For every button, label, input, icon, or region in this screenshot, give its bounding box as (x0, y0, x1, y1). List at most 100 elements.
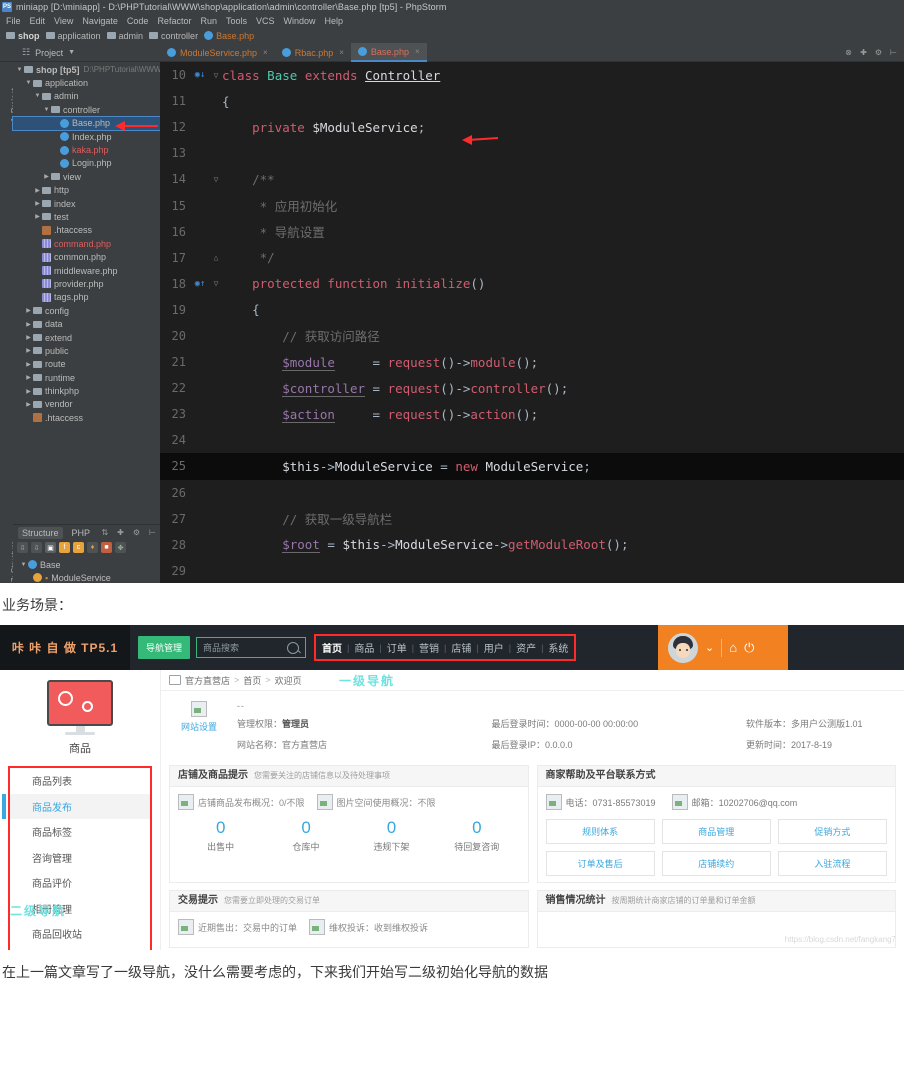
code-line-13[interactable]: 13 (160, 140, 904, 166)
menu-window[interactable]: Window (284, 16, 316, 26)
code-line-12[interactable]: 12 private $ModuleService; (160, 114, 904, 140)
show-private-icon[interactable]: ■ (101, 542, 112, 553)
project-tool-window-header[interactable]: ☷ Project ▼ (0, 47, 160, 58)
chevron-right-icon[interactable]: ▶ (33, 200, 42, 207)
search-box[interactable]: 商品搜索 (196, 637, 307, 658)
chevron-down-icon[interactable]: ▼ (68, 49, 75, 56)
site-settings-link[interactable]: 网站设置 (169, 720, 229, 733)
expand-icon[interactable]: ⇅ (101, 528, 108, 537)
fold-icon[interactable]: ▽ (210, 279, 222, 288)
stat-2[interactable]: 0 违规下架 (349, 819, 434, 853)
close-icon[interactable]: × (263, 48, 268, 57)
menu-run[interactable]: Run (200, 16, 217, 26)
code-line-10[interactable]: 10 ◉↓ ▽ class Base extends Controller (160, 62, 904, 88)
tree-item-commandphp[interactable]: command.php (13, 237, 160, 250)
code-line-28[interactable]: 28 $root = $this->ModuleService->getModu… (160, 532, 904, 558)
sidebar-item-1[interactable]: 商品发布 (2, 793, 150, 819)
structure-tabs[interactable]: Structure PHP ⇅ ✚ ⚙ ⊢ (13, 525, 160, 540)
code-line-20[interactable]: 20 // 获取访问路径 (160, 323, 904, 349)
hide-panel-icon[interactable]: ⊢ (889, 48, 898, 57)
breadcrumb-item-controller[interactable]: controller (149, 31, 198, 41)
tree-item-extend[interactable]: ▶ extend (13, 331, 160, 344)
breadcrumb-item-application[interactable]: application (45, 31, 101, 41)
home-icon[interactable]: ⌂ (729, 640, 737, 655)
help-button-5[interactable]: 入驻流程 (777, 851, 887, 876)
menu-navigate[interactable]: Navigate (82, 16, 118, 26)
tree-item-basephp[interactable]: Base.php (12, 115, 161, 131)
menu-help[interactable]: Help (325, 16, 344, 26)
nav-item-7[interactable]: 系统 (548, 640, 568, 655)
tree-item-indexphp[interactable]: Index.php (13, 130, 160, 143)
code-line-17[interactable]: 17 △ */ (160, 245, 904, 271)
tree-item-tagsphp[interactable]: tags.php (13, 291, 160, 304)
chevron-right-icon[interactable]: ▶ (33, 187, 42, 194)
tree-item-shoptp5[interactable]: ▼ shop [tp5] D:\PHPTutorial\WWW\ (13, 63, 164, 76)
help-button-3[interactable]: 订单及售后 (545, 851, 655, 876)
code-line-22[interactable]: 22 $controller = request()->controller()… (160, 375, 904, 401)
editor-tab-moduleservicephp[interactable]: ModuleService.php × (160, 44, 275, 61)
breadcrumb[interactable]: shop application admin controller Base.php (0, 27, 904, 44)
tree-item-public[interactable]: ▶ public (13, 344, 160, 357)
tree-item-controller[interactable]: ▼ controller (13, 103, 160, 116)
menu-tools[interactable]: Tools (226, 16, 247, 26)
tree-item-vendor[interactable]: ▶ vendor (13, 398, 160, 411)
target-icon[interactable]: ✚ (859, 48, 868, 57)
breadcrumb-item-basephp[interactable]: Base.php (204, 31, 254, 41)
menu-edit[interactable]: Edit (30, 16, 46, 26)
menu-vcs[interactable]: VCS (256, 16, 275, 26)
gear-icon[interactable]: ⚙ (874, 48, 883, 57)
tree-item-config[interactable]: ▶ config (13, 304, 160, 317)
search-input[interactable]: 商品搜索 (203, 641, 287, 654)
expand-all-icon[interactable]: ✥ (115, 542, 126, 553)
tree-item-test[interactable]: ▶ test (13, 210, 160, 223)
help-button-1[interactable]: 商品管理 (661, 819, 771, 844)
search-icon[interactable] (287, 641, 300, 654)
tree-item-kakaphp[interactable]: kaka.php (13, 143, 160, 156)
tree-item-htaccess[interactable]: .htaccess (13, 224, 160, 237)
tree-item-application[interactable]: ▼ application (13, 76, 160, 89)
tree-item-route[interactable]: ▶ route (13, 358, 160, 371)
stat-1[interactable]: 0 仓库中 (263, 819, 348, 853)
show-inherited-icon[interactable]: ▣ (45, 542, 56, 553)
chevron-right-icon[interactable]: ▶ (24, 347, 33, 354)
structure-row-class[interactable]: ▼ Base (13, 558, 160, 571)
avatar[interactable] (668, 632, 698, 663)
help-button-2[interactable]: 促销方式 (777, 819, 887, 844)
chevron-right-icon[interactable]: ▶ (24, 374, 33, 381)
code-line-15[interactable]: 15 * 应用初始化 (160, 192, 904, 218)
code-line-21[interactable]: 21 $module = request()->module(); (160, 349, 904, 375)
tab-structure[interactable]: Structure (18, 526, 63, 539)
tree-item-runtime[interactable]: ▶ runtime (13, 371, 160, 384)
gutter-marker-icon[interactable]: ◉↓ (190, 70, 210, 80)
editor-tab-rbacphp[interactable]: Rbac.php × (275, 44, 351, 61)
stat-3[interactable]: 0 待回复咨询 (434, 819, 519, 853)
code-line-27[interactable]: 27 // 获取一级导航栏 (160, 506, 904, 532)
nav-item-2[interactable]: 订单 (387, 640, 407, 655)
app-breadcrumb-item-0[interactable]: 官方直营店 (185, 674, 230, 687)
help-button-0[interactable]: 规则体系 (545, 819, 655, 844)
tree-item-data[interactable]: ▶ data (13, 317, 160, 330)
close-icon[interactable]: × (415, 47, 420, 56)
app-breadcrumb-item-1[interactable]: 首页 (243, 674, 261, 687)
chevron-down-icon[interactable]: ▼ (19, 562, 28, 568)
show-properties-icon[interactable]: ♦ (87, 542, 98, 553)
project-tree[interactable]: ▼ shop [tp5] D:\PHPTutorial\WWW\ ▼ applicati… (12, 62, 164, 583)
code-line-29[interactable]: 29 (160, 558, 904, 583)
tree-item-htaccess[interactable]: .htaccess (13, 411, 160, 424)
collapse-icon[interactable]: ⊗ (844, 48, 853, 57)
nav-item-1[interactable]: 商品 (354, 640, 374, 655)
fold-icon[interactable]: ▽ (210, 175, 222, 184)
chevron-right-icon[interactable]: ▶ (24, 401, 33, 408)
app-breadcrumb-item-2[interactable]: 欢迎页 (275, 674, 302, 687)
code-line-26[interactable]: 26 (160, 480, 904, 506)
editor-tab-basephp[interactable]: Base.php × (350, 43, 427, 62)
code-line-11[interactable]: 11 { (160, 88, 904, 114)
sort-alpha-icon[interactable]: ⇩ (17, 542, 28, 553)
help-buttons[interactable]: 规则体系 商品管理 促销方式 订单及售后 店铺续约 入驻流程 (545, 819, 888, 876)
structure-rows[interactable]: ▼ Base ▪ ModuleService ♦ initialize():vo… (13, 555, 160, 583)
tab-php[interactable]: PHP (72, 528, 91, 538)
editor-tabs[interactable]: ModuleService.php × Rbac.php × Base.php × (160, 43, 427, 62)
gutter-marker-icon[interactable]: ◉↑ (190, 279, 210, 289)
chevron-down-icon[interactable]: ▼ (15, 67, 24, 73)
code-line-23[interactable]: 23 $action = request()->action(); (160, 401, 904, 427)
